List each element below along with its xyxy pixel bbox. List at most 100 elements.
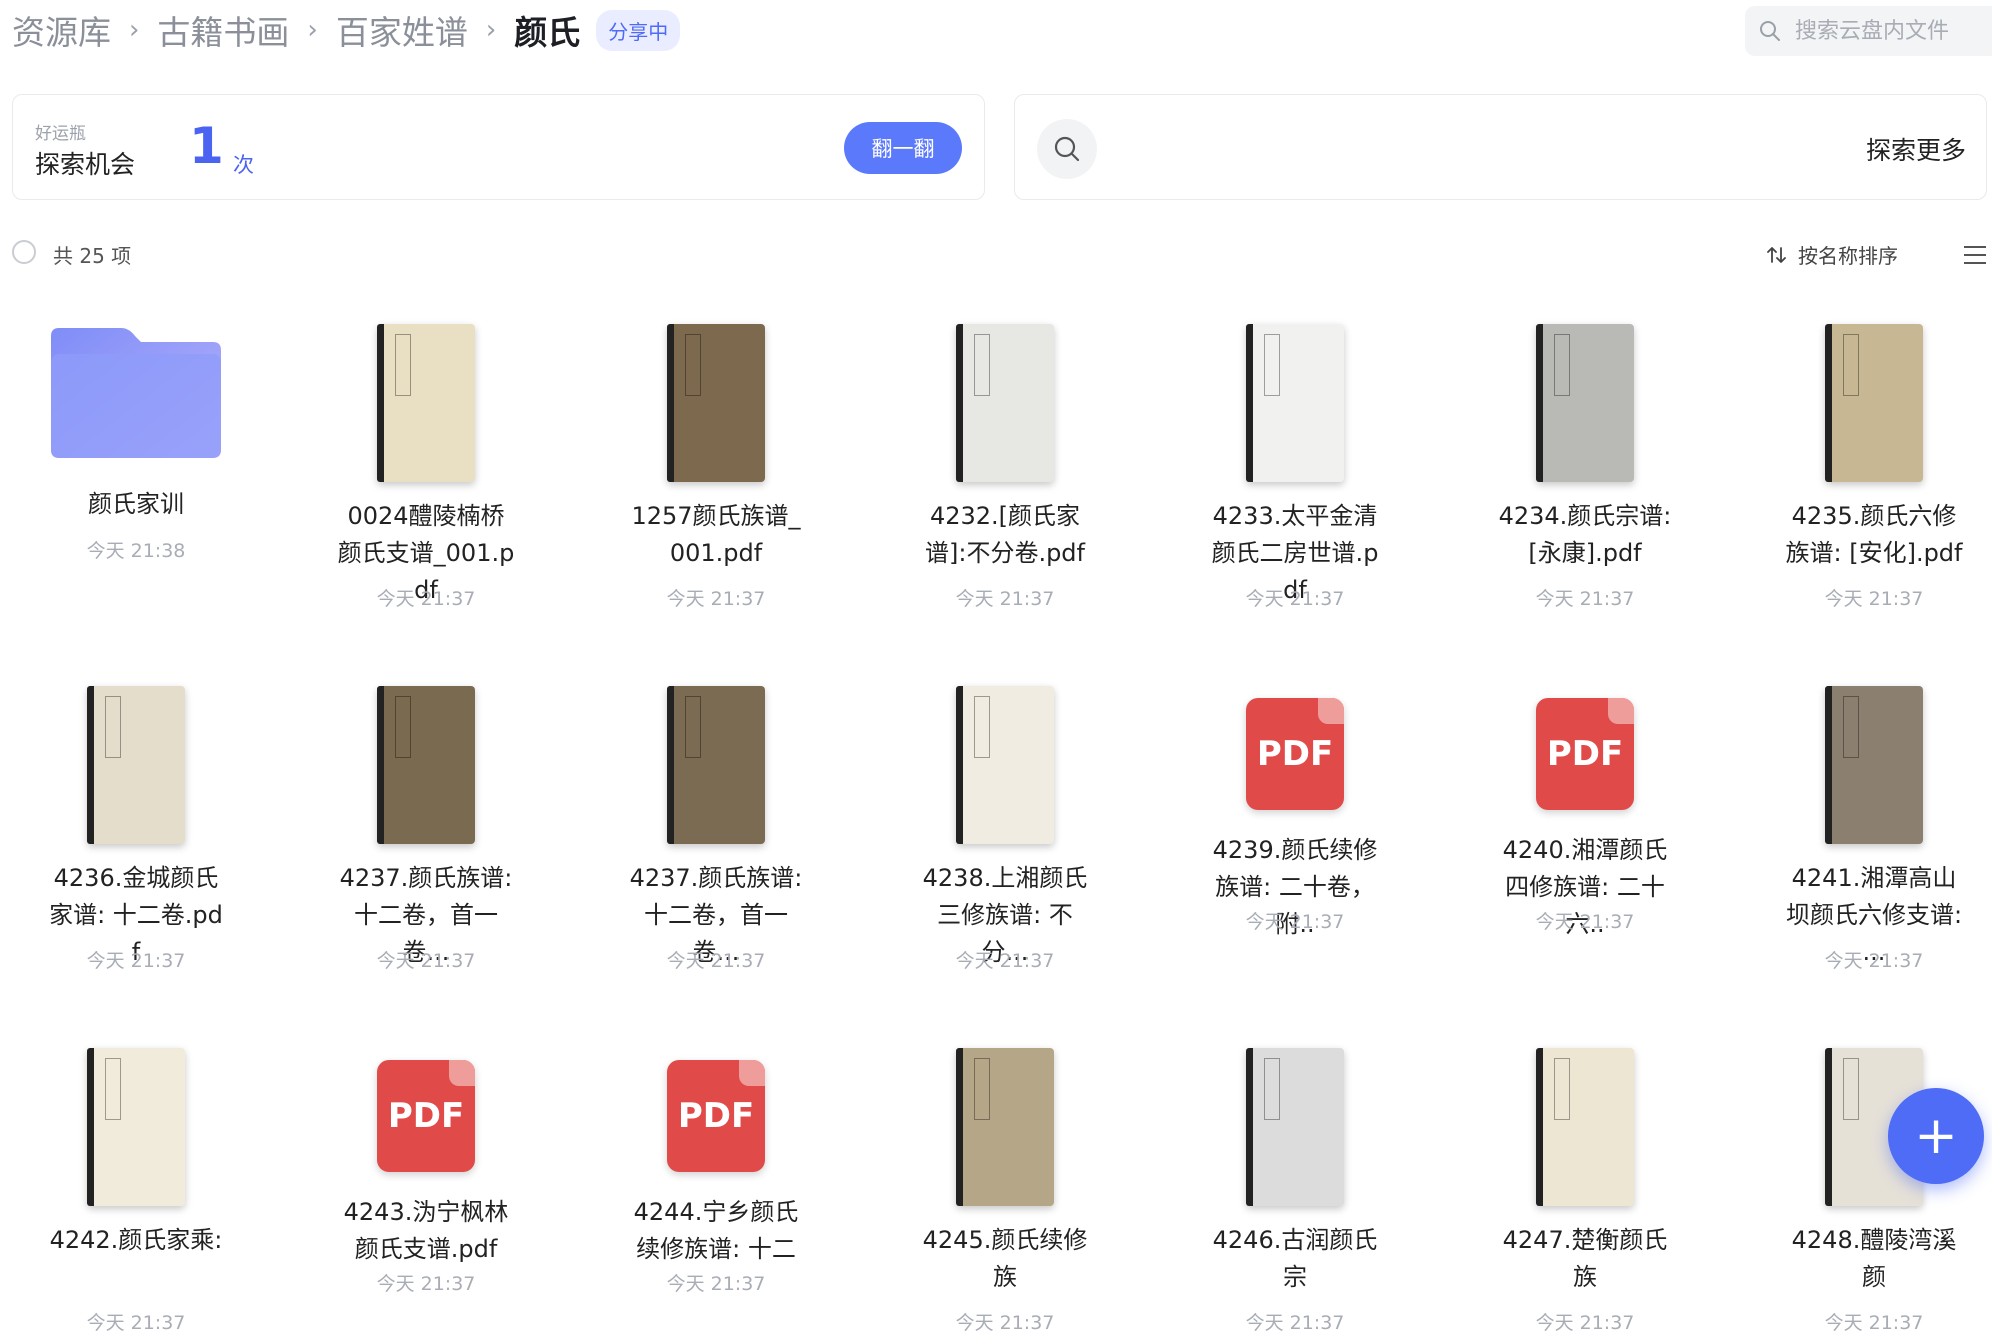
add-button[interactable]: + <box>1888 1088 1984 1184</box>
file-time: 今天 21:38 <box>86 540 186 562</box>
file-item[interactable]: 4247.楚衡颜氏族今天 21:37 <box>1455 1040 1715 1334</box>
file-time: 今天 21:37 <box>955 588 1055 610</box>
file-name: 4235.颜氏六修族谱: [安化].pdf <box>1785 502 1963 567</box>
file-item[interactable]: PDF 4240.湘潭颜氏四修族谱: 二十六.. 今天 21:37 <box>1455 678 1715 938</box>
file-item[interactable]: 4236.金城颜氏家谱: 十二卷.pdf 今天 21:37 <box>6 678 266 972</box>
file-item[interactable]: 4235.颜氏六修族谱: [安化].pdf 今天 21:37 <box>1744 316 1992 610</box>
explore-chance-count: 1 <box>189 117 224 175</box>
folder-item[interactable]: 颜氏家训今天 21:38 <box>6 316 266 562</box>
file-item[interactable]: 4237.颜氏族谱:十二卷，首一卷... 今天 21:37 <box>296 678 556 972</box>
chevron-right-icon: › <box>129 15 140 45</box>
file-time: 今天 21:37 <box>1245 1312 1345 1334</box>
file-item[interactable]: 4245.颜氏续修族今天 21:37 <box>875 1040 1135 1334</box>
file-time: 今天 21:37 <box>666 1273 766 1295</box>
book-thumbnail <box>1536 1048 1634 1206</box>
chevron-right-icon: › <box>485 15 497 45</box>
file-time: 今天 21:37 <box>955 1312 1055 1334</box>
chevron-right-icon: › <box>307 15 318 45</box>
file-name: 4246.古润颜氏宗 <box>1212 1226 1378 1291</box>
file-name: 1257颜氏族谱_001.pdf <box>631 502 801 567</box>
select-all-checkbox[interactable] <box>12 240 36 264</box>
pdf-icon: PDF <box>377 1060 475 1172</box>
search-input[interactable] <box>1793 17 1992 45</box>
file-item[interactable]: 4234.颜氏宗谱:[永康].pdf 今天 21:37 <box>1455 316 1715 610</box>
book-thumbnail <box>1536 324 1634 482</box>
file-item[interactable]: 4237.颜氏族谱:十二卷，首一卷... 今天 21:37 <box>586 678 846 972</box>
book-thumbnail <box>377 324 475 482</box>
book-thumbnail <box>1246 1048 1344 1206</box>
explore-chance-unit: 次 <box>233 153 254 177</box>
file-item[interactable]: 0024醴陵楠桥颜氏支谱_001.pdf 今天 21:37 <box>296 316 556 610</box>
sharing-badge: 分享中 <box>596 9 681 51</box>
list-view-icon[interactable] <box>1962 244 1988 266</box>
file-time: 今天 21:37 <box>666 950 766 972</box>
file-time: 今天 21:37 <box>1535 911 1635 933</box>
file-name: 4242.颜氏家乘: <box>49 1226 223 1254</box>
file-name: 4248.醴陵湾溪颜 <box>1791 1226 1957 1291</box>
page-title: 颜氏 <box>514 13 581 52</box>
file-item[interactable]: 4238.上湘颜氏三修族谱: 不分... 今天 21:37 <box>875 678 1135 972</box>
file-time: 今天 21:37 <box>1824 1312 1924 1334</box>
lucky-bottle-label: 好运瓶 <box>35 124 86 144</box>
file-time: 今天 21:37 <box>1535 1312 1635 1334</box>
file-item[interactable]: PDF 4243.沩宁枫林颜氏支谱.pdf 今天 21:37 <box>296 1040 556 1295</box>
file-time: 今天 21:37 <box>376 1273 476 1295</box>
file-time: 今天 21:37 <box>86 1312 186 1334</box>
file-name: 颜氏家训 <box>88 490 184 518</box>
list-toolbar: 共 25 项 按名称排序 <box>12 236 1992 272</box>
search-icon <box>1037 119 1097 179</box>
file-name: 4244.宁乡颜氏续修族谱: 十二 <box>633 1198 799 1263</box>
file-time: 今天 21:37 <box>1824 588 1924 610</box>
pdf-icon: PDF <box>667 1060 765 1172</box>
file-time: 今天 21:37 <box>1245 588 1345 610</box>
file-name: 4234.颜氏宗谱:[永康].pdf <box>1498 502 1672 567</box>
book-thumbnail <box>377 686 475 844</box>
book-thumbnail <box>667 686 765 844</box>
book-thumbnail <box>87 1048 185 1206</box>
file-time: 今天 21:37 <box>1245 911 1345 933</box>
file-time: 今天 21:37 <box>666 588 766 610</box>
file-name: 4232.[颜氏家谱]:不分卷.pdf <box>925 502 1085 567</box>
folder-icon <box>45 324 227 462</box>
sort-icon <box>1767 246 1786 263</box>
file-item[interactable]: 4233.太平金清颜氏二房世谱.pdf 今天 21:37 <box>1165 316 1425 610</box>
file-name: 4247.楚衡颜氏族 <box>1502 1226 1668 1291</box>
book-thumbnail <box>1246 324 1344 482</box>
file-time: 今天 21:37 <box>376 588 476 610</box>
file-time: 今天 21:37 <box>376 950 476 972</box>
book-thumbnail <box>956 324 1054 482</box>
breadcrumb-item-surnames[interactable]: 百家姓谱 <box>336 6 468 54</box>
file-time: 今天 21:37 <box>86 950 186 972</box>
pdf-icon: PDF <box>1246 698 1344 810</box>
file-time: 今天 21:37 <box>1535 588 1635 610</box>
pdf-icon: PDF <box>1536 698 1634 810</box>
explore-card[interactable]: 探索更多 <box>1014 94 1987 200</box>
lucky-bottle-card: 好运瓶 探索机会 1 次 翻一翻 <box>12 94 985 200</box>
breadcrumb-item-ancient-books[interactable]: 古籍书画 <box>157 6 289 54</box>
book-thumbnail <box>1825 686 1923 844</box>
file-item[interactable]: 1257颜氏族谱_001.pdf 今天 21:37 <box>586 316 846 610</box>
book-thumbnail <box>956 686 1054 844</box>
explore-more-link[interactable]: 探索更多 <box>1866 131 1966 167</box>
sort-button[interactable]: 按名称排序 <box>1766 240 1898 269</box>
file-item[interactable]: 4242.颜氏家乘: 今天 21:37 <box>6 1040 266 1334</box>
file-item[interactable]: PDF 4244.宁乡颜氏续修族谱: 十二今天 21:37 <box>586 1040 846 1295</box>
explore-chance-label: 探索机会 <box>35 150 136 179</box>
file-item[interactable]: 4246.古润颜氏宗今天 21:37 <box>1165 1040 1425 1334</box>
book-thumbnail <box>956 1048 1054 1206</box>
file-item[interactable]: 4232.[颜氏家谱]:不分卷.pdf 今天 21:37 <box>875 316 1135 610</box>
book-thumbnail <box>87 686 185 844</box>
sort-label: 按名称排序 <box>1798 244 1898 268</box>
item-count: 共 25 项 <box>53 244 132 268</box>
file-name: 4243.沩宁枫林颜氏支谱.pdf <box>343 1198 509 1263</box>
flip-button[interactable]: 翻一翻 <box>844 122 962 174</box>
file-name: 4245.颜氏续修族 <box>922 1226 1088 1291</box>
search-icon <box>1760 21 1780 41</box>
search-box[interactable] <box>1745 6 1992 56</box>
file-item[interactable]: PDF 4239.颜氏续修族谱: 二十卷，附.. 今天 21:37 <box>1165 678 1425 938</box>
breadcrumb: 资源库 › 古籍书画 › 百家姓谱 › 颜氏 分享中 <box>12 6 681 54</box>
file-time: 今天 21:37 <box>1824 950 1924 972</box>
breadcrumb-item-resources[interactable]: 资源库 <box>12 6 111 54</box>
file-item[interactable]: 4241.湘潭高山坝颜氏六修支谱: ... 今天 21:37 <box>1744 678 1992 972</box>
book-thumbnail <box>667 324 765 482</box>
